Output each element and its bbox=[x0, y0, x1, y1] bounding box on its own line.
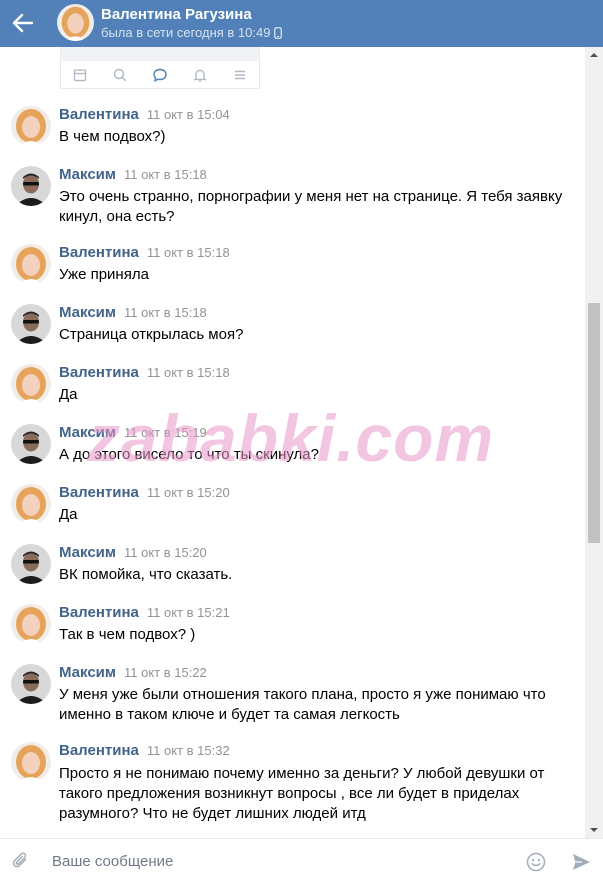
avatar[interactable] bbox=[11, 424, 51, 464]
message-text: Просто я не понимаю почему именно за ден… bbox=[59, 765, 545, 822]
author-name[interactable]: Максим bbox=[59, 166, 116, 183]
scrollbar[interactable] bbox=[585, 47, 603, 838]
message-header: Валентина 11 окт в 15:18 bbox=[59, 244, 230, 262]
author-name[interactable]: Максим bbox=[59, 664, 116, 681]
message-time[interactable]: 11 окт в 15:18 bbox=[124, 305, 207, 320]
avatar[interactable] bbox=[11, 544, 51, 584]
author-name[interactable]: Валентина bbox=[59, 244, 139, 261]
scrollbar-thumb[interactable] bbox=[588, 303, 600, 543]
bell-icon[interactable] bbox=[192, 67, 208, 83]
message-text: ВК помойка, что сказать. bbox=[59, 566, 233, 583]
message-text: Уже приняла bbox=[59, 266, 149, 283]
smile-icon[interactable] bbox=[525, 851, 547, 873]
message-text: Так в чем подвох? ) bbox=[59, 626, 196, 643]
paperclip-icon[interactable] bbox=[10, 850, 32, 872]
message-icon[interactable] bbox=[152, 67, 168, 83]
message-header: Валентина 11 окт в 15:04 bbox=[59, 106, 230, 124]
message-text: Да bbox=[59, 506, 78, 523]
message-time[interactable]: 11 окт в 15:32 bbox=[147, 743, 230, 758]
contact-status-text: была в сети сегодня в 10:49 bbox=[101, 25, 271, 40]
message-time[interactable]: 11 окт в 15:19 bbox=[124, 425, 207, 440]
message-time[interactable]: 11 окт в 15:18 bbox=[147, 245, 230, 260]
message-header: Валентина 11 окт в 15:20 bbox=[59, 484, 230, 502]
message-composer bbox=[0, 838, 603, 882]
message-input[interactable] bbox=[44, 847, 504, 875]
message-text: У меня уже были отношения такого плана, … bbox=[59, 686, 546, 723]
chat-header: Валентина Рагузина была в сети сегодня в… bbox=[0, 0, 603, 47]
contact-status: была в сети сегодня в 10:49 bbox=[101, 25, 283, 42]
avatar[interactable] bbox=[11, 304, 51, 344]
message-time[interactable]: 11 окт в 15:20 bbox=[147, 485, 230, 500]
message-text: А до этого висело то что ты скинула? bbox=[59, 446, 319, 463]
avatar[interactable] bbox=[11, 484, 51, 524]
message-header: Валентина 11 окт в 15:21 bbox=[59, 604, 230, 622]
message-header: Максим 11 окт в 15:18 bbox=[59, 304, 207, 322]
author-name[interactable]: Максим bbox=[59, 424, 116, 441]
message-text: Страница открылась моя? bbox=[59, 326, 244, 343]
phone-icon bbox=[274, 27, 283, 42]
search-icon[interactable] bbox=[112, 67, 128, 83]
message-text: Это очень странно, порнографии у меня не… bbox=[59, 188, 563, 225]
avatar[interactable] bbox=[11, 364, 51, 404]
message-time[interactable]: 11 окт в 15:18 bbox=[124, 167, 207, 182]
contact-name[interactable]: Валентина Рагузина bbox=[101, 6, 252, 23]
author-name[interactable]: Валентина bbox=[59, 742, 139, 759]
message-header: Максим 11 окт в 15:20 bbox=[59, 544, 207, 562]
message-header: Максим 11 окт в 15:22 bbox=[59, 664, 207, 682]
avatar[interactable] bbox=[57, 4, 94, 41]
author-name[interactable]: Валентина bbox=[59, 484, 139, 501]
message-time[interactable]: 11 окт в 15:20 bbox=[124, 545, 207, 560]
author-name[interactable]: Валентина bbox=[59, 604, 139, 621]
post-preview-strip bbox=[61, 47, 259, 61]
scroll-up-arrow-icon[interactable] bbox=[585, 47, 603, 64]
avatar[interactable] bbox=[11, 106, 51, 146]
avatar[interactable] bbox=[11, 664, 51, 704]
scroll-down-arrow-icon[interactable] bbox=[585, 821, 603, 838]
avatar[interactable] bbox=[11, 244, 51, 284]
message-time[interactable]: 11 окт в 15:18 bbox=[147, 365, 230, 380]
author-name[interactable]: Валентина bbox=[59, 106, 139, 123]
calendar-icon[interactable] bbox=[72, 67, 88, 83]
avatar[interactable] bbox=[11, 604, 51, 644]
message-text: Да bbox=[59, 386, 78, 403]
message-header: Максим 11 окт в 15:18 bbox=[59, 166, 207, 184]
post-toolbar bbox=[60, 47, 260, 89]
message-header: Валентина 11 окт в 15:18 bbox=[59, 364, 230, 382]
message-text: В чем подвох?) bbox=[59, 128, 166, 145]
message-time[interactable]: 11 окт в 15:22 bbox=[124, 665, 207, 680]
avatar[interactable] bbox=[11, 742, 51, 782]
author-name[interactable]: Максим bbox=[59, 304, 116, 321]
author-name[interactable]: Максим bbox=[59, 544, 116, 561]
message-header: Валентина 11 окт в 15:32 bbox=[59, 742, 230, 760]
message-header: Максим 11 окт в 15:19 bbox=[59, 424, 207, 442]
send-icon[interactable] bbox=[570, 851, 592, 873]
back-arrow-icon[interactable] bbox=[6, 7, 40, 39]
menu-icon[interactable] bbox=[232, 67, 248, 83]
avatar[interactable] bbox=[11, 166, 51, 206]
message-time[interactable]: 11 окт в 15:04 bbox=[147, 107, 230, 122]
author-name[interactable]: Валентина bbox=[59, 364, 139, 381]
message-time[interactable]: 11 окт в 15:21 bbox=[147, 605, 230, 620]
